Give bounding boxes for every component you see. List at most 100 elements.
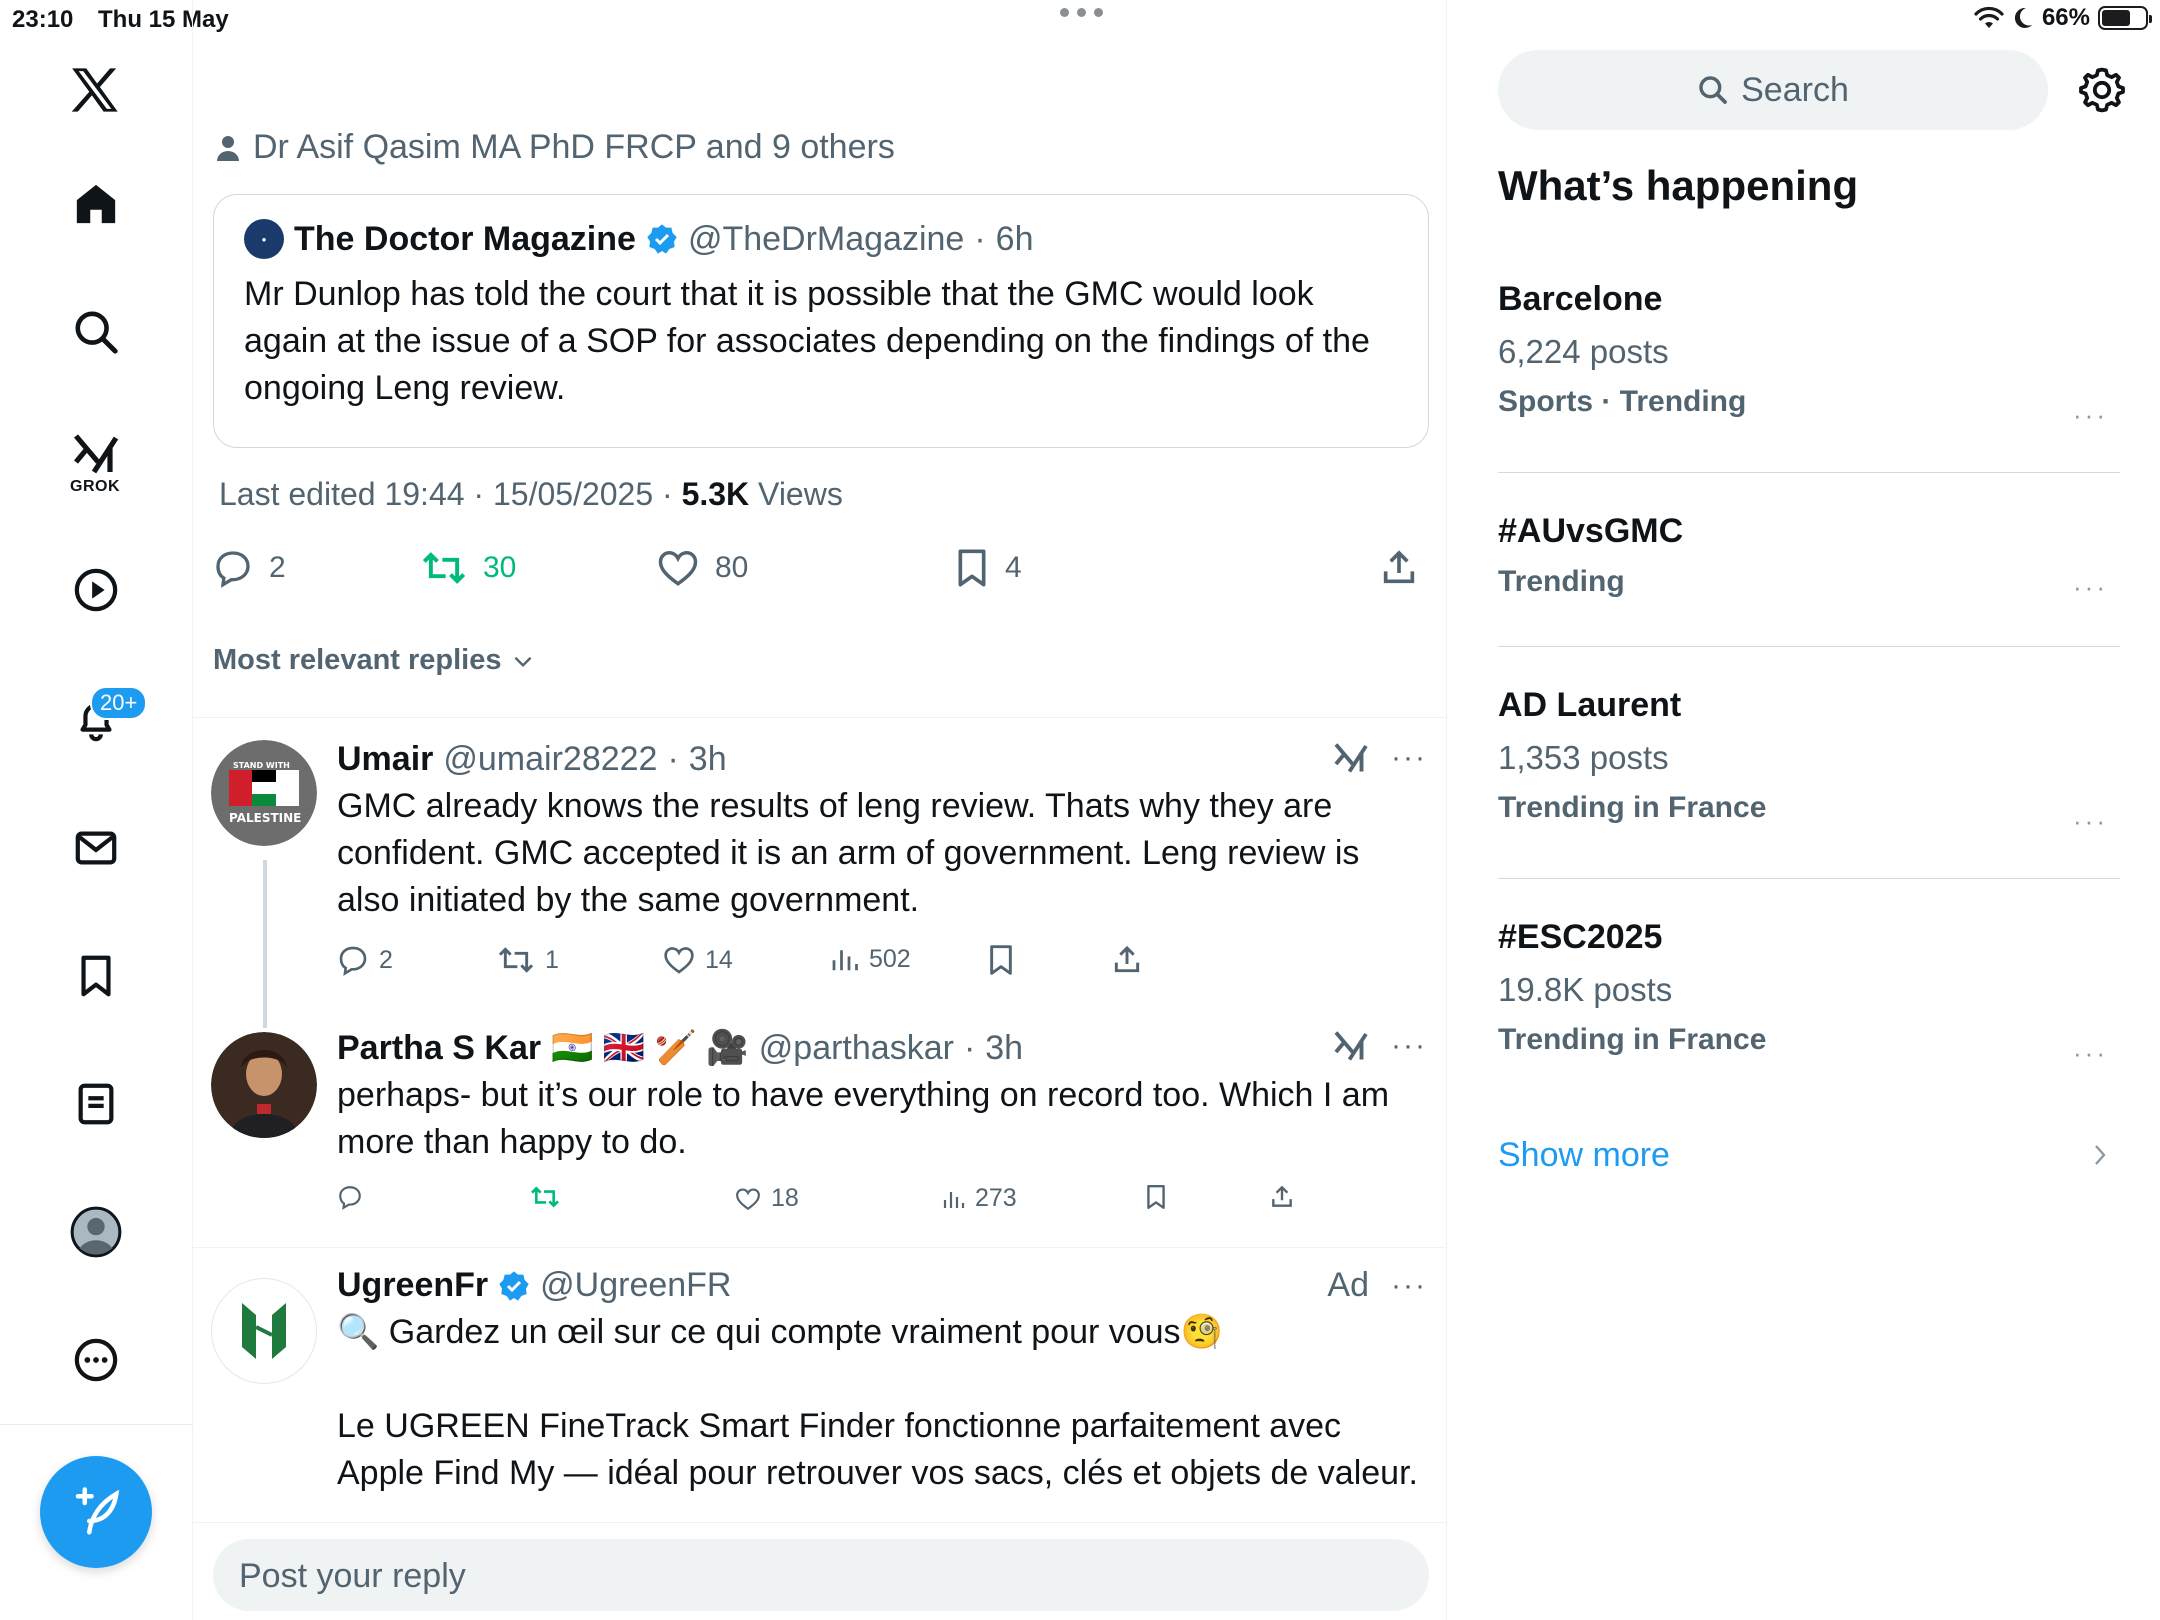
more-options-icon[interactable]: [60, 1324, 132, 1396]
divider: [193, 717, 1446, 718]
replies-sort-dropdown[interactable]: Most relevant replies: [213, 644, 536, 677]
reply-composer: Post your reply: [193, 1522, 1446, 1620]
share-button[interactable]: [1379, 548, 1419, 588]
trend-category: Trending in France: [1498, 791, 1767, 824]
reply-actions: 2 1 14 502: [337, 944, 1417, 984]
reply-input[interactable]: Post your reply: [213, 1539, 1429, 1611]
views-button[interactable]: 273: [941, 1184, 1017, 1213]
feather-plus-icon: [75, 1487, 120, 1535]
trend-name: AD Laurent: [1498, 686, 1682, 724]
repost-count: 30: [483, 551, 517, 584]
like-button[interactable]: 18: [735, 1184, 799, 1213]
like-count: 18: [771, 1184, 799, 1212]
chevron-right-icon[interactable]: [2088, 1140, 2112, 1170]
quoted-post-card[interactable]: ● The Doctor Magazine @TheDrMagazine · 6…: [213, 194, 1429, 448]
bookmark-icon: [1147, 1184, 1165, 1210]
bookmark-icon: [990, 945, 1012, 975]
advertiser-name[interactable]: UgreenFr: [337, 1266, 488, 1305]
more-options-icon[interactable]: ···: [1391, 1269, 1427, 1303]
reply-author-avatar[interactable]: STAND WITH PALESTINE: [211, 740, 317, 846]
reply-author-name[interactable]: Umair: [337, 740, 433, 779]
like-button[interactable]: 80: [657, 548, 748, 588]
repost-button[interactable]: [529, 1184, 561, 1210]
last-edited[interactable]: Last edited 19:44 · 15/05/2025: [219, 476, 653, 512]
reply-author-avatar[interactable]: [211, 1032, 317, 1138]
grok-icon[interactable]: [1333, 1028, 1369, 1064]
explore-search-icon[interactable]: [60, 296, 132, 368]
analytics-icon: [832, 950, 858, 971]
more-options-icon[interactable]: ···: [2073, 400, 2108, 431]
advertiser-handle[interactable]: @UgreenFR: [540, 1266, 731, 1305]
post-detail-column: Dr Asif Qasim MA PhD FRCP and 9 others ●…: [193, 0, 1447, 1620]
quote-author-handle[interactable]: @TheDrMagazine: [688, 220, 964, 259]
social-context[interactable]: Dr Asif Qasim MA PhD FRCP and 9 others: [217, 128, 895, 167]
reply-author-name[interactable]: Partha S Kar: [337, 1029, 541, 1068]
trend-item[interactable]: #ESC2025 19.8K posts Trending in France …: [1498, 918, 2120, 1068]
settings-gear-icon[interactable]: [2078, 66, 2126, 114]
home-icon[interactable]: [60, 168, 132, 240]
quote-text: Mr Dunlop has told the court that it is …: [244, 275, 1370, 407]
repost-button[interactable]: 1: [497, 944, 559, 976]
views-count: 273: [975, 1184, 1017, 1212]
search-input[interactable]: Search: [1498, 50, 2048, 130]
grok-icon[interactable]: [1333, 740, 1369, 776]
reply-button[interactable]: 2: [337, 944, 393, 976]
divider: [1498, 646, 2120, 647]
like-button[interactable]: 14: [663, 944, 733, 976]
reply-button[interactable]: [337, 1184, 363, 1210]
x-logo-icon[interactable]: [60, 54, 132, 126]
more-options-icon[interactable]: ···: [2073, 806, 2108, 837]
post-meta: Last edited 19:44 · 15/05/2025 · 5.3K Vi…: [219, 476, 843, 512]
show-more-link[interactable]: Show more: [1498, 1136, 1670, 1175]
divider: [1498, 878, 2120, 879]
reply-author-handle[interactable]: @parthaskar: [759, 1029, 954, 1068]
trend-item[interactable]: #AUvsGMC Trending ···: [1498, 512, 2120, 602]
more-options-icon[interactable]: ···: [2073, 572, 2108, 603]
analytics-icon: [943, 1191, 965, 1208]
bookmark-button[interactable]: [1145, 1184, 1167, 1210]
like-count: 80: [715, 551, 749, 584]
views-label: Views: [758, 476, 843, 512]
reply-author-handle[interactable]: @umair28222: [443, 740, 657, 779]
quote-time: 6h: [995, 219, 1034, 258]
verified-badge-icon: [647, 224, 677, 254]
bookmarks-icon[interactable]: [60, 940, 132, 1012]
views-button[interactable]: 502: [829, 944, 911, 974]
bookmark-icon: [958, 549, 986, 587]
trend-name: Barcelone: [1498, 280, 1663, 318]
profile-avatar-icon[interactable]: [60, 1196, 132, 1268]
trend-post-count: 19.8K posts: [1498, 971, 1673, 1008]
quote-author-name[interactable]: The Doctor Magazine: [294, 220, 636, 259]
trend-item[interactable]: Barcelone 6,224 posts Sports · Trending …: [1498, 280, 2120, 430]
messages-envelope-icon[interactable]: [60, 812, 132, 884]
repost-count: 1: [545, 945, 559, 974]
repost-icon: [498, 947, 534, 973]
chevron-down-icon: [514, 656, 531, 667]
reply-actions: 18 273: [337, 1184, 1417, 1224]
reply-icon: [339, 1186, 361, 1210]
compose-post-button[interactable]: [40, 1456, 152, 1568]
reply-text: perhaps- but it’s our role to have every…: [337, 1076, 1390, 1161]
repost-button[interactable]: 30: [421, 548, 516, 588]
trend-name: #ESC2025: [1498, 918, 1663, 956]
video-play-icon[interactable]: [60, 554, 132, 626]
bookmark-button[interactable]: [987, 944, 1015, 976]
search-placeholder: Search: [1741, 70, 1849, 109]
reply-button[interactable]: 2: [213, 548, 286, 588]
more-options-icon[interactable]: ···: [1391, 1029, 1427, 1063]
share-button[interactable]: [1111, 944, 1143, 976]
share-button[interactable]: [1269, 1184, 1295, 1210]
more-options-icon[interactable]: ···: [1391, 741, 1427, 775]
quote-author-avatar[interactable]: ●: [244, 219, 284, 259]
advertiser-avatar[interactable]: [211, 1278, 317, 1384]
share-icon: [1383, 550, 1415, 584]
trend-item[interactable]: AD Laurent 1,353 posts Trending in Franc…: [1498, 686, 2120, 836]
bookmark-button[interactable]: 4: [955, 548, 1022, 588]
ad-label: Ad: [1327, 1266, 1370, 1304]
sort-label: Most relevant replies: [213, 644, 502, 676]
lists-icon[interactable]: [60, 1068, 132, 1140]
share-icon: [1114, 945, 1140, 973]
reply-time: 3h: [985, 1028, 1024, 1067]
more-options-icon[interactable]: ···: [2073, 1038, 2108, 1069]
trend-category: Trending: [1498, 565, 1625, 598]
